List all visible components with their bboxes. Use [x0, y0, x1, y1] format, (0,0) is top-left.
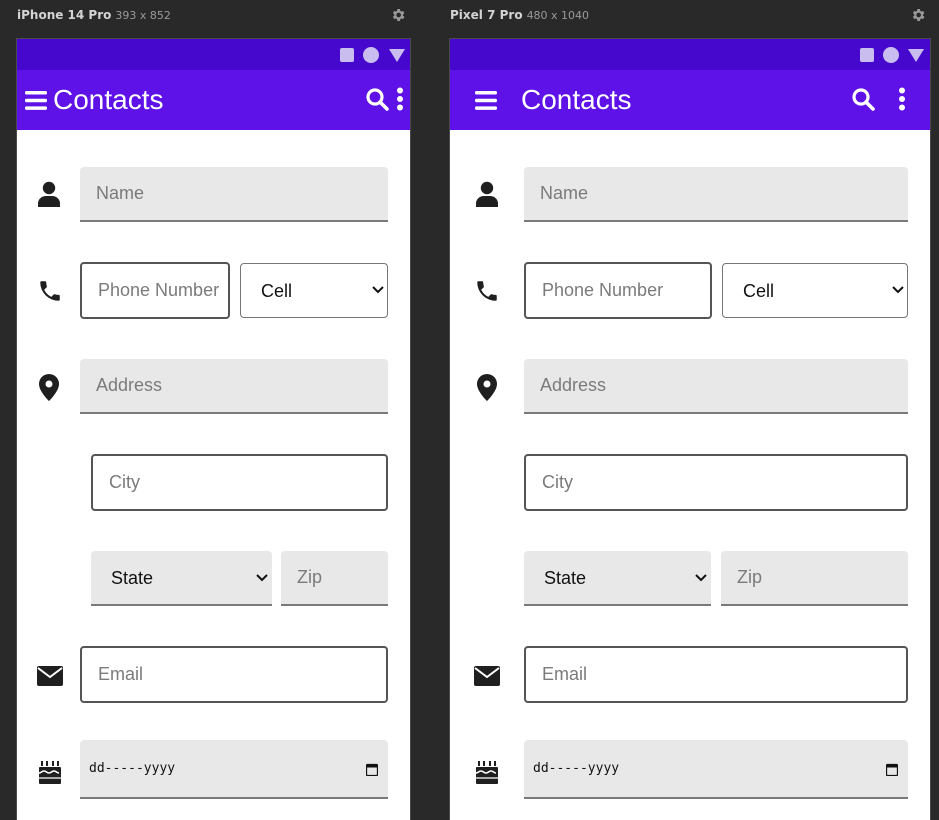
- email-input[interactable]: [524, 646, 908, 703]
- status-bar: [450, 39, 930, 70]
- address-input[interactable]: [524, 359, 908, 414]
- name-input[interactable]: [80, 167, 388, 222]
- menu-icon[interactable]: [475, 91, 497, 110]
- device-name: Pixel 7 Pro: [450, 8, 523, 22]
- device-label-pixel: Pixel 7 Pro 480 x 1040: [450, 8, 589, 22]
- phone-type-select[interactable]: Cell: [722, 263, 908, 318]
- zip-input[interactable]: [721, 551, 908, 606]
- phone-number-input[interactable]: [80, 262, 230, 319]
- search-icon[interactable]: [365, 87, 389, 111]
- location-icon: [477, 374, 497, 401]
- device-dims: 480 x 1040: [526, 9, 590, 22]
- home-icon: [363, 47, 379, 63]
- gear-icon[interactable]: [910, 7, 926, 23]
- device-dims: 393 x 852: [115, 9, 171, 22]
- phone-number-input[interactable]: [524, 262, 712, 319]
- name-input[interactable]: [524, 167, 908, 222]
- gear-icon[interactable]: [390, 7, 406, 23]
- back-icon: [389, 49, 405, 62]
- menu-icon[interactable]: [25, 91, 47, 110]
- city-input[interactable]: [91, 454, 388, 511]
- app-bar: Contacts: [450, 70, 930, 130]
- birthday-date-input[interactable]: dd-----yyyy: [524, 740, 908, 799]
- phone-frame-pixel: Contacts Cell State dd-----y: [449, 38, 931, 820]
- person-icon: [38, 181, 60, 207]
- recents-icon: [860, 48, 874, 62]
- status-bar: [17, 39, 410, 70]
- email-input[interactable]: [80, 646, 388, 703]
- back-icon: [908, 49, 924, 62]
- cake-icon: [475, 761, 498, 784]
- email-icon: [474, 666, 500, 686]
- more-vert-icon[interactable]: [898, 87, 906, 111]
- recents-icon: [340, 48, 354, 62]
- zip-input[interactable]: [281, 551, 388, 606]
- calendar-icon[interactable]: [886, 763, 898, 776]
- device-name: iPhone 14 Pro: [17, 8, 112, 22]
- home-icon: [883, 47, 899, 63]
- device-label-iphone: iPhone 14 Pro 393 x 852: [17, 8, 171, 22]
- calendar-icon[interactable]: [366, 763, 378, 776]
- app-bar: Contacts: [17, 70, 410, 130]
- cake-icon: [38, 761, 61, 784]
- app-title: Contacts: [521, 84, 632, 115]
- search-icon[interactable]: [851, 87, 875, 111]
- city-input[interactable]: [524, 454, 908, 511]
- address-input[interactable]: [80, 359, 388, 414]
- date-placeholder: dd-----yyyy: [533, 761, 620, 776]
- location-icon: [39, 374, 59, 401]
- person-icon: [476, 181, 498, 207]
- birthday-date-input[interactable]: dd-----yyyy: [80, 740, 388, 799]
- phone-icon: [40, 281, 60, 301]
- app-title: Contacts: [53, 84, 164, 115]
- phone-frame-iphone: Contacts Cell State dd---: [16, 38, 411, 820]
- phone-type-select[interactable]: Cell: [240, 263, 388, 318]
- state-select[interactable]: State: [91, 551, 272, 606]
- phone-icon: [477, 281, 497, 301]
- more-vert-icon[interactable]: [396, 87, 404, 111]
- state-select[interactable]: State: [524, 551, 711, 606]
- email-icon: [37, 666, 63, 686]
- date-placeholder: dd-----yyyy: [89, 761, 176, 776]
